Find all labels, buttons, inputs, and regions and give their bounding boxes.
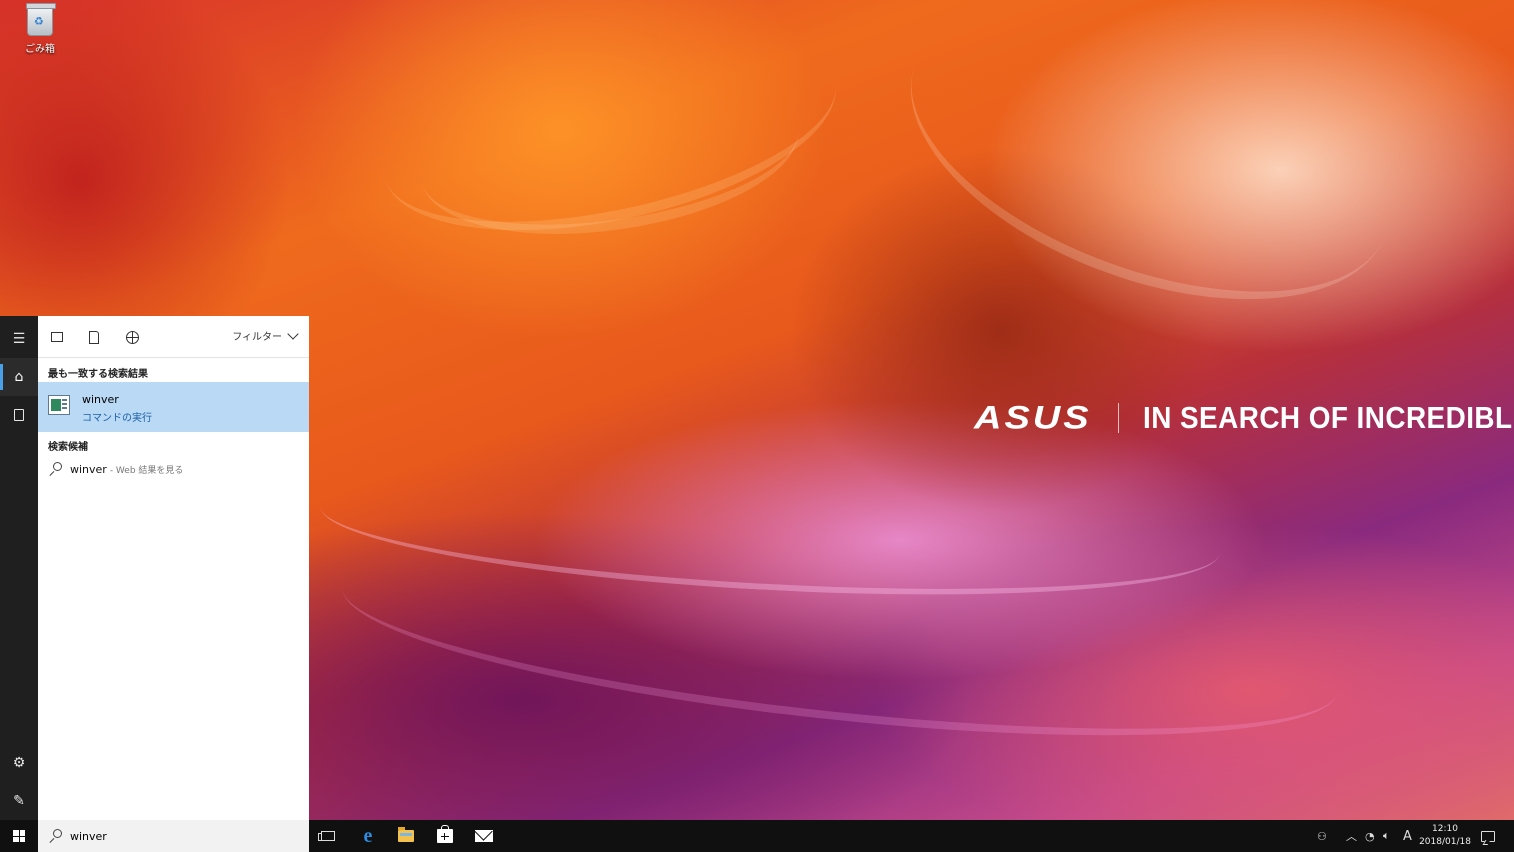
web-globe-icon <box>125 330 139 344</box>
clock-time: 12:10 <box>1432 824 1458 834</box>
taskbar-clock[interactable]: 12:10 2018/01/18 <box>1418 823 1472 849</box>
filter-dropdown-button[interactable]: フィルター <box>232 327 299 343</box>
ime-mode-label: A <box>1403 828 1412 844</box>
task-view-button[interactable] <box>316 824 340 848</box>
task-view-icon <box>318 831 335 841</box>
web-filter-button[interactable] <box>123 328 141 346</box>
chevron-down-icon <box>287 327 299 340</box>
brand-watermark: ASUS IN SEARCH OF INCREDIBLE <box>974 398 1514 438</box>
home-icon: ⌂ <box>14 369 24 385</box>
store-icon <box>437 825 453 843</box>
notebook-button[interactable] <box>0 396 38 434</box>
best-match-result[interactable]: winver コマンドの実行 <box>38 382 309 432</box>
document-icon <box>89 330 99 344</box>
apps-icon <box>51 332 63 342</box>
search-results-panel: フィルター 最も一致する検索結果 winver コマンドの実行 検索候補 win… <box>38 316 309 820</box>
search-filter-toolbar: フィルター <box>38 316 309 358</box>
people-button[interactable]: ⚇ <box>1317 828 1327 844</box>
edge-icon: e <box>363 825 373 847</box>
clock-date: 2018/01/18 <box>1419 837 1471 847</box>
run-command-icon <box>48 395 70 415</box>
asus-logo: ASUS <box>974 399 1092 436</box>
start-side-rail: ☰ ⌂ ⚙ ✎ <box>0 316 38 820</box>
recycle-bin-shortcut[interactable]: ♻ ごみ箱 <box>18 3 62 55</box>
apps-filter-button[interactable] <box>48 328 66 346</box>
suggestion-hint: - Web 結果を見る <box>109 465 184 476</box>
wallpaper-swirl <box>870 0 1430 358</box>
file-explorer-button[interactable] <box>394 824 418 848</box>
recycle-bin-icon: ♻ <box>26 3 56 36</box>
suggestion-item[interactable]: winver - Web 結果を見る <box>38 456 309 482</box>
action-center-button[interactable] <box>1481 828 1495 844</box>
hamburger-menu-button[interactable]: ☰ <box>0 320 38 358</box>
documents-filter-button[interactable] <box>85 328 103 346</box>
brand-divider <box>1117 403 1119 433</box>
mail-icon <box>475 830 493 842</box>
search-input[interactable] <box>70 829 270 843</box>
people-icon: ⚇ <box>1317 829 1327 843</box>
hamburger-icon: ☰ <box>12 331 26 347</box>
ime-mode-button[interactable]: A <box>1403 828 1412 844</box>
home-button[interactable]: ⌂ <box>0 358 38 396</box>
notification-icon <box>1481 830 1495 842</box>
store-button[interactable] <box>433 824 457 848</box>
suggestions-header: 検索候補 <box>48 442 88 453</box>
speaker-icon: 🔈︎ <box>1383 829 1390 842</box>
filter-label: フィルター <box>232 332 282 343</box>
wifi-icon: ◔ <box>1365 829 1375 843</box>
taskbar: e ⚇ ︿ ◔ 🔈︎ A 12:10 2018/01/18 <box>0 820 1514 852</box>
gear-icon: ⚙ <box>12 755 26 771</box>
edge-button[interactable]: e <box>356 824 380 848</box>
show-hidden-icons-button[interactable]: ︿ <box>1346 828 1357 844</box>
taskbar-search-box[interactable] <box>38 820 309 852</box>
start-button[interactable] <box>0 820 38 852</box>
recycle-bin-label: ごみ箱 <box>25 44 55 55</box>
settings-button[interactable]: ⚙ <box>0 744 38 782</box>
chevron-up-icon: ︿ <box>1346 830 1357 843</box>
brand-tagline: IN SEARCH OF INCREDIBLE <box>1142 400 1514 435</box>
suggestion-term: winver <box>70 462 107 476</box>
notebook-icon <box>14 409 24 421</box>
network-button[interactable]: ◔ <box>1365 828 1375 844</box>
volume-button[interactable]: 🔈︎ <box>1383 828 1390 844</box>
feedback-icon: ✎ <box>13 793 25 809</box>
search-icon <box>48 829 62 843</box>
best-match-title: winver <box>82 393 119 406</box>
best-match-header: 最も一致する検索結果 <box>48 369 148 380</box>
windows-logo-icon <box>13 830 25 842</box>
best-match-subtitle: コマンドの実行 <box>82 413 152 424</box>
file-explorer-icon <box>398 827 414 842</box>
search-icon <box>48 462 62 476</box>
feedback-button[interactable]: ✎ <box>0 782 38 820</box>
mail-button[interactable] <box>472 824 496 848</box>
